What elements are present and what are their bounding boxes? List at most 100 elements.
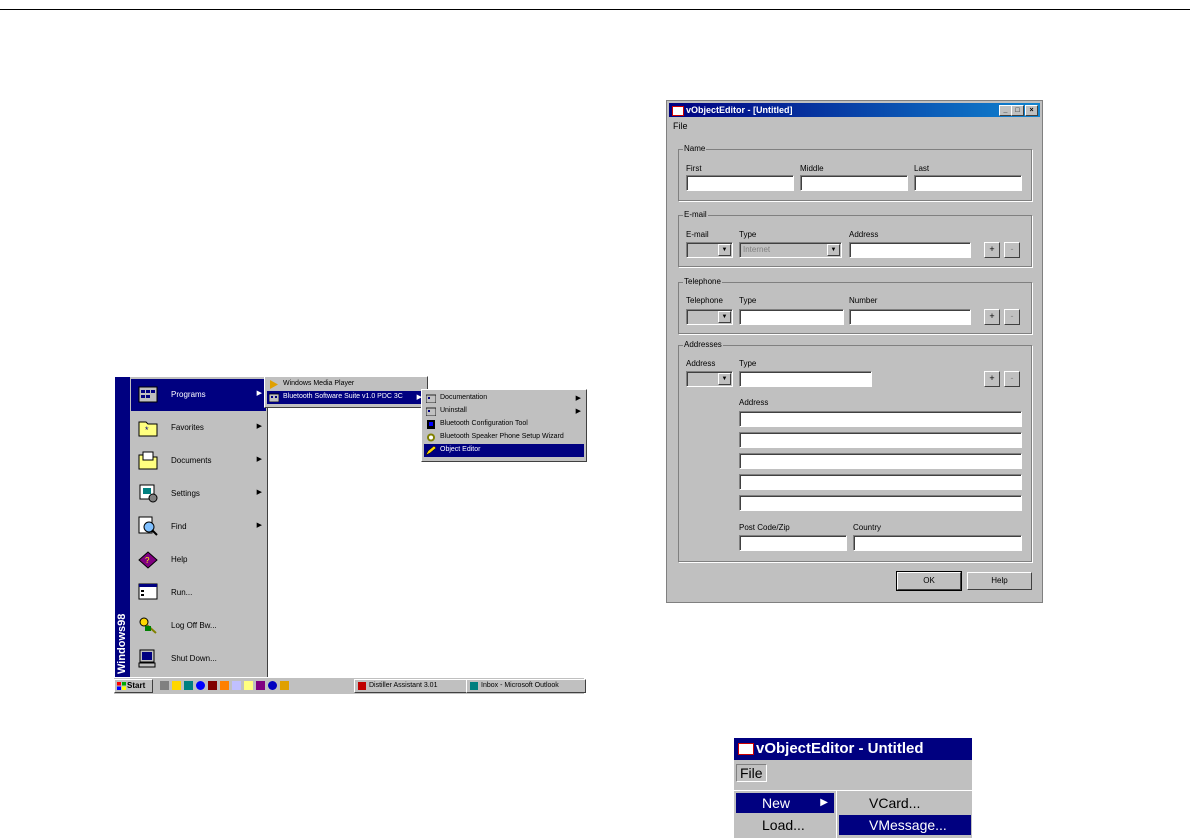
start-menu-item-favorites[interactable]: * Favorites ▶: [131, 412, 266, 444]
ie-icon[interactable]: [196, 681, 205, 690]
menu-item-windows-media-player[interactable]: Windows Media Player: [267, 378, 425, 391]
distiller-icon: [358, 682, 366, 690]
start-menu-label: Settings: [171, 489, 200, 498]
remove-address-button[interactable]: -: [1004, 371, 1020, 387]
window-title: vObjectEditor - [Untitled]: [686, 105, 793, 115]
menu-item-new[interactable]: New ▶: [736, 793, 834, 813]
address-index-select[interactable]: ▼: [686, 371, 733, 387]
postcode-input[interactable]: [739, 535, 847, 551]
shut-down-computer-icon: [138, 649, 156, 668]
programs-submenu: Windows Media Player Bluetooth Software …: [264, 376, 428, 408]
menu-item-load[interactable]: Load...: [736, 815, 834, 835]
quick-launch-icon[interactable]: [256, 681, 265, 690]
menu-item-bluetooth-config[interactable]: Bluetooth Configuration Tool: [424, 418, 584, 431]
start-menu: Windows98 Programs ▶ * Favorites ▶ Docum…: [114, 376, 268, 679]
new-submenu: VCard... VMessage...: [836, 790, 972, 838]
windows98-banner: Windows98: [116, 613, 128, 674]
remove-email-button[interactable]: -: [1004, 242, 1020, 258]
menu-file[interactable]: File: [736, 764, 767, 782]
menu-item-bluetooth-suite[interactable]: Bluetooth Software Suite v1.0 PDC 3C ▶: [267, 391, 425, 404]
start-menu-item-log-off[interactable]: Log Off Bw...: [131, 610, 266, 642]
menu-item-label: Load...: [762, 817, 805, 833]
media-player-icon: [270, 380, 278, 389]
add-telephone-button[interactable]: +: [984, 309, 1000, 325]
menu-file[interactable]: File: [673, 121, 688, 131]
windows-logo-icon: [117, 682, 126, 690]
wizard-icon: [427, 433, 435, 442]
menu-item-label: Bluetooth Speaker Phone Setup Wizard: [440, 433, 564, 440]
close-icon[interactable]: ×: [1025, 105, 1038, 116]
menu-item-label: New: [762, 795, 791, 811]
middle-name-input[interactable]: [800, 175, 908, 191]
email-address-input[interactable]: [849, 242, 971, 258]
telephone-group: Telephone: [678, 277, 1032, 334]
menu-item-object-editor[interactable]: Object Editor: [424, 444, 584, 457]
telephone-number-label: Number: [849, 296, 878, 305]
address-line-2-input[interactable]: [739, 432, 1022, 448]
quick-launch-icon[interactable]: [184, 681, 193, 690]
start-menu-item-programs[interactable]: Programs ▶: [131, 379, 266, 411]
last-name-input[interactable]: [914, 175, 1022, 191]
add-email-button[interactable]: +: [984, 242, 1000, 258]
menu-item-uninstall[interactable]: Uninstall ▶: [424, 405, 584, 418]
start-menu-sidebar: Windows98: [115, 377, 130, 678]
country-label: Country: [853, 523, 882, 532]
taskbar-button-outlook[interactable]: Inbox - Microsoft Outlook: [466, 679, 586, 693]
telephone-number-input[interactable]: [849, 309, 971, 325]
menu-item-vmessage[interactable]: VMessage...: [839, 815, 971, 835]
start-menu-label: Shut Down...: [171, 654, 217, 663]
app-icon: [672, 106, 684, 116]
program-group-icon: [269, 393, 279, 402]
vobject-editor-window: vObjectEditor - [Untitled] _ □ × File Na…: [666, 100, 1043, 603]
menu-item-speaker-phone-wizard[interactable]: Bluetooth Speaker Phone Setup Wizard: [424, 431, 584, 444]
address-line-1-input[interactable]: [739, 411, 1022, 427]
start-button[interactable]: Start: [114, 679, 153, 693]
window-title: vObjectEditor - Untitled: [756, 740, 924, 757]
start-menu-label: Programs: [171, 390, 206, 399]
bluetooth-config-icon: [427, 420, 435, 429]
group-legend: Telephone: [683, 277, 722, 286]
telephone-type-input[interactable]: [739, 309, 844, 325]
address-line-5-input[interactable]: [739, 495, 1022, 511]
postcode-label: Post Code/Zip: [739, 523, 790, 532]
menu-item-label: Bluetooth Software Suite v1.0 PDC 3C: [283, 393, 403, 400]
media-player-icon[interactable]: [280, 681, 289, 690]
maximize-icon[interactable]: □: [1011, 105, 1024, 116]
ok-button[interactable]: OK: [896, 571, 962, 591]
quick-launch-icon[interactable]: [232, 681, 241, 690]
telephone-index-select[interactable]: ▼: [686, 309, 733, 325]
title-bar: vObjectEditor - Untitled: [734, 738, 972, 760]
start-menu-item-run[interactable]: Run...: [131, 577, 266, 609]
country-input[interactable]: [853, 535, 1022, 551]
dropdown-arrow-icon: ▼: [718, 311, 731, 323]
address-line-3-input[interactable]: [739, 453, 1022, 469]
first-name-input[interactable]: [686, 175, 794, 191]
email-type-select[interactable]: Internet ▼: [739, 242, 842, 258]
first-label: First: [686, 164, 702, 173]
email-index-select[interactable]: ▼: [686, 242, 733, 258]
taskbar: Start Distiller Assistant 3.01 Inbox - M…: [114, 677, 586, 694]
address-type-input[interactable]: [739, 371, 872, 387]
submenu-arrow-icon: ▶: [256, 390, 262, 397]
quick-launch-icon[interactable]: [160, 681, 169, 690]
start-menu-label: Log Off Bw...: [171, 621, 217, 630]
quick-launch-icon[interactable]: [208, 681, 217, 690]
menu-item-label: Bluetooth Configuration Tool: [440, 420, 528, 427]
quick-launch-icon[interactable]: [220, 681, 229, 690]
start-menu-item-shut-down[interactable]: Shut Down...: [131, 643, 266, 675]
start-menu-item-find[interactable]: Find ▶: [131, 511, 266, 543]
quick-launch-icon[interactable]: [244, 681, 253, 690]
start-menu-item-documents[interactable]: Documents ▶: [131, 445, 266, 477]
start-menu-item-settings[interactable]: Settings ▶: [131, 478, 266, 510]
add-address-button[interactable]: +: [984, 371, 1000, 387]
menu-item-documentation[interactable]: Documentation ▶: [424, 392, 584, 405]
menu-item-label: Object Editor: [440, 446, 481, 453]
address-line-4-input[interactable]: [739, 474, 1022, 490]
help-button[interactable]: Help: [967, 572, 1032, 590]
remove-telephone-button[interactable]: -: [1004, 309, 1020, 325]
quick-launch-icon[interactable]: [172, 681, 181, 690]
taskbar-button-distiller[interactable]: Distiller Assistant 3.01: [354, 679, 468, 693]
quick-launch-icon[interactable]: [268, 681, 277, 690]
start-menu-item-help[interactable]: ? Help: [131, 544, 266, 576]
menu-item-vcard[interactable]: VCard...: [839, 793, 969, 813]
